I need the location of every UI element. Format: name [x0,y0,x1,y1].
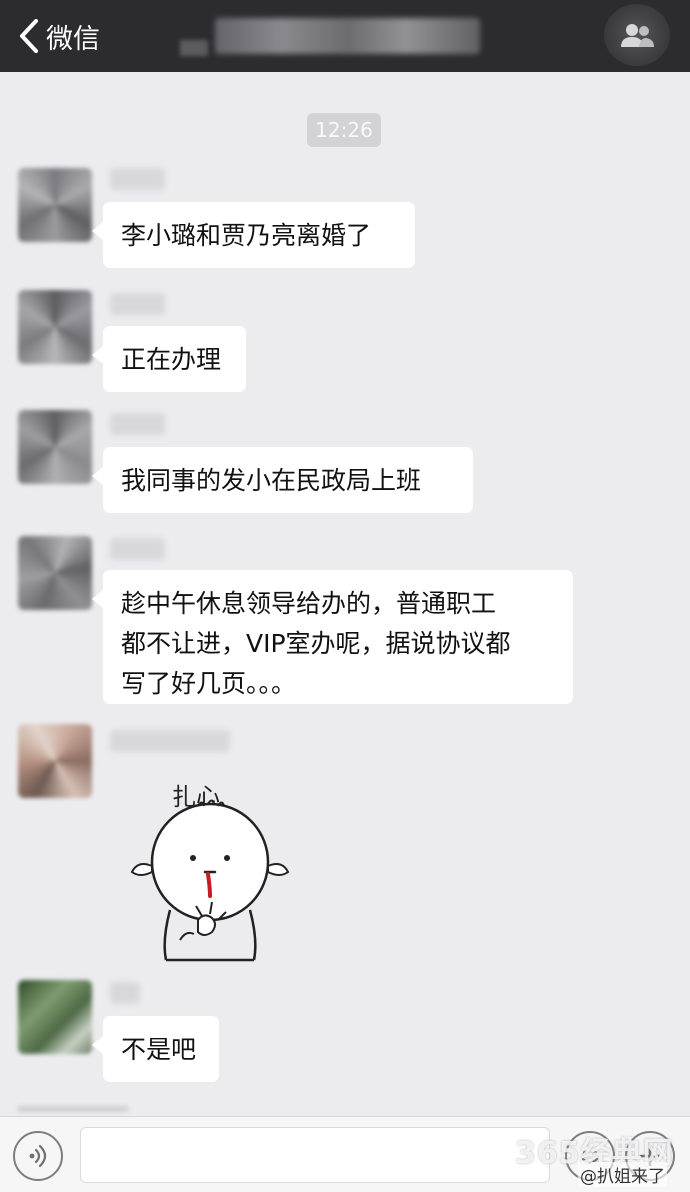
message-bubble[interactable]: 正在办理 [92,326,246,392]
top-nav-bar: 微信 [0,0,690,72]
avatar[interactable] [18,168,92,242]
avatar[interactable] [18,410,92,484]
sender-name-blurred [110,168,165,190]
message-text: 我同事的发小在民政局上班 [121,466,422,495]
voice-icon [29,1144,47,1168]
group-members-icon [621,24,654,47]
message-text-line: 写了好几页。。。 [121,669,297,698]
chat-title-blurred [215,18,480,54]
avatar[interactable] [18,536,92,610]
voice-button[interactable] [13,1131,63,1181]
back-label: 微信 [46,23,100,55]
chat-title-blur-mark [180,40,208,56]
message-timestamp: 12:26 [307,113,381,147]
avatar[interactable] [18,724,92,798]
weibo-watermark: @扒姐来了 [578,1162,667,1187]
message-bubble[interactable]: 趁中午休息领导给办的，普通职工 都不让进，VIP室办呢，据说协议都 写了好几页。… [92,570,573,704]
message-text: 正在办理 [121,345,222,374]
group-info-button[interactable] [604,4,670,66]
message-bubble[interactable]: 李小璐和贾乃亮离婚了 [92,202,415,268]
sender-name-blurred [110,293,165,315]
message-text-line: 都不让进，VIP室办呢，据说协议都 [121,629,511,658]
avatar[interactable] [18,290,92,364]
avatar[interactable] [18,980,92,1054]
sender-name-blurred [110,538,165,560]
sticker-image[interactable] [110,770,310,965]
message-bubble[interactable]: 不是吧 [92,1016,219,1082]
message-bubble[interactable]: 我同事的发小在民政局上班 [92,447,473,513]
sender-name-blurred [110,730,230,752]
message-text-line: 趁中午休息领导给办的，普通职工 [121,589,497,618]
chevron-left-icon [20,19,38,53]
message-text: 李小璐和贾乃亮离婚了 [121,221,372,250]
message-input[interactable] [80,1127,550,1183]
next-message-partial [18,1106,128,1112]
message-text: 不是吧 [121,1035,197,1064]
back-button[interactable]: 微信 [18,14,100,58]
sender-name-blurred [110,982,140,1004]
sender-name-blurred [110,413,165,435]
